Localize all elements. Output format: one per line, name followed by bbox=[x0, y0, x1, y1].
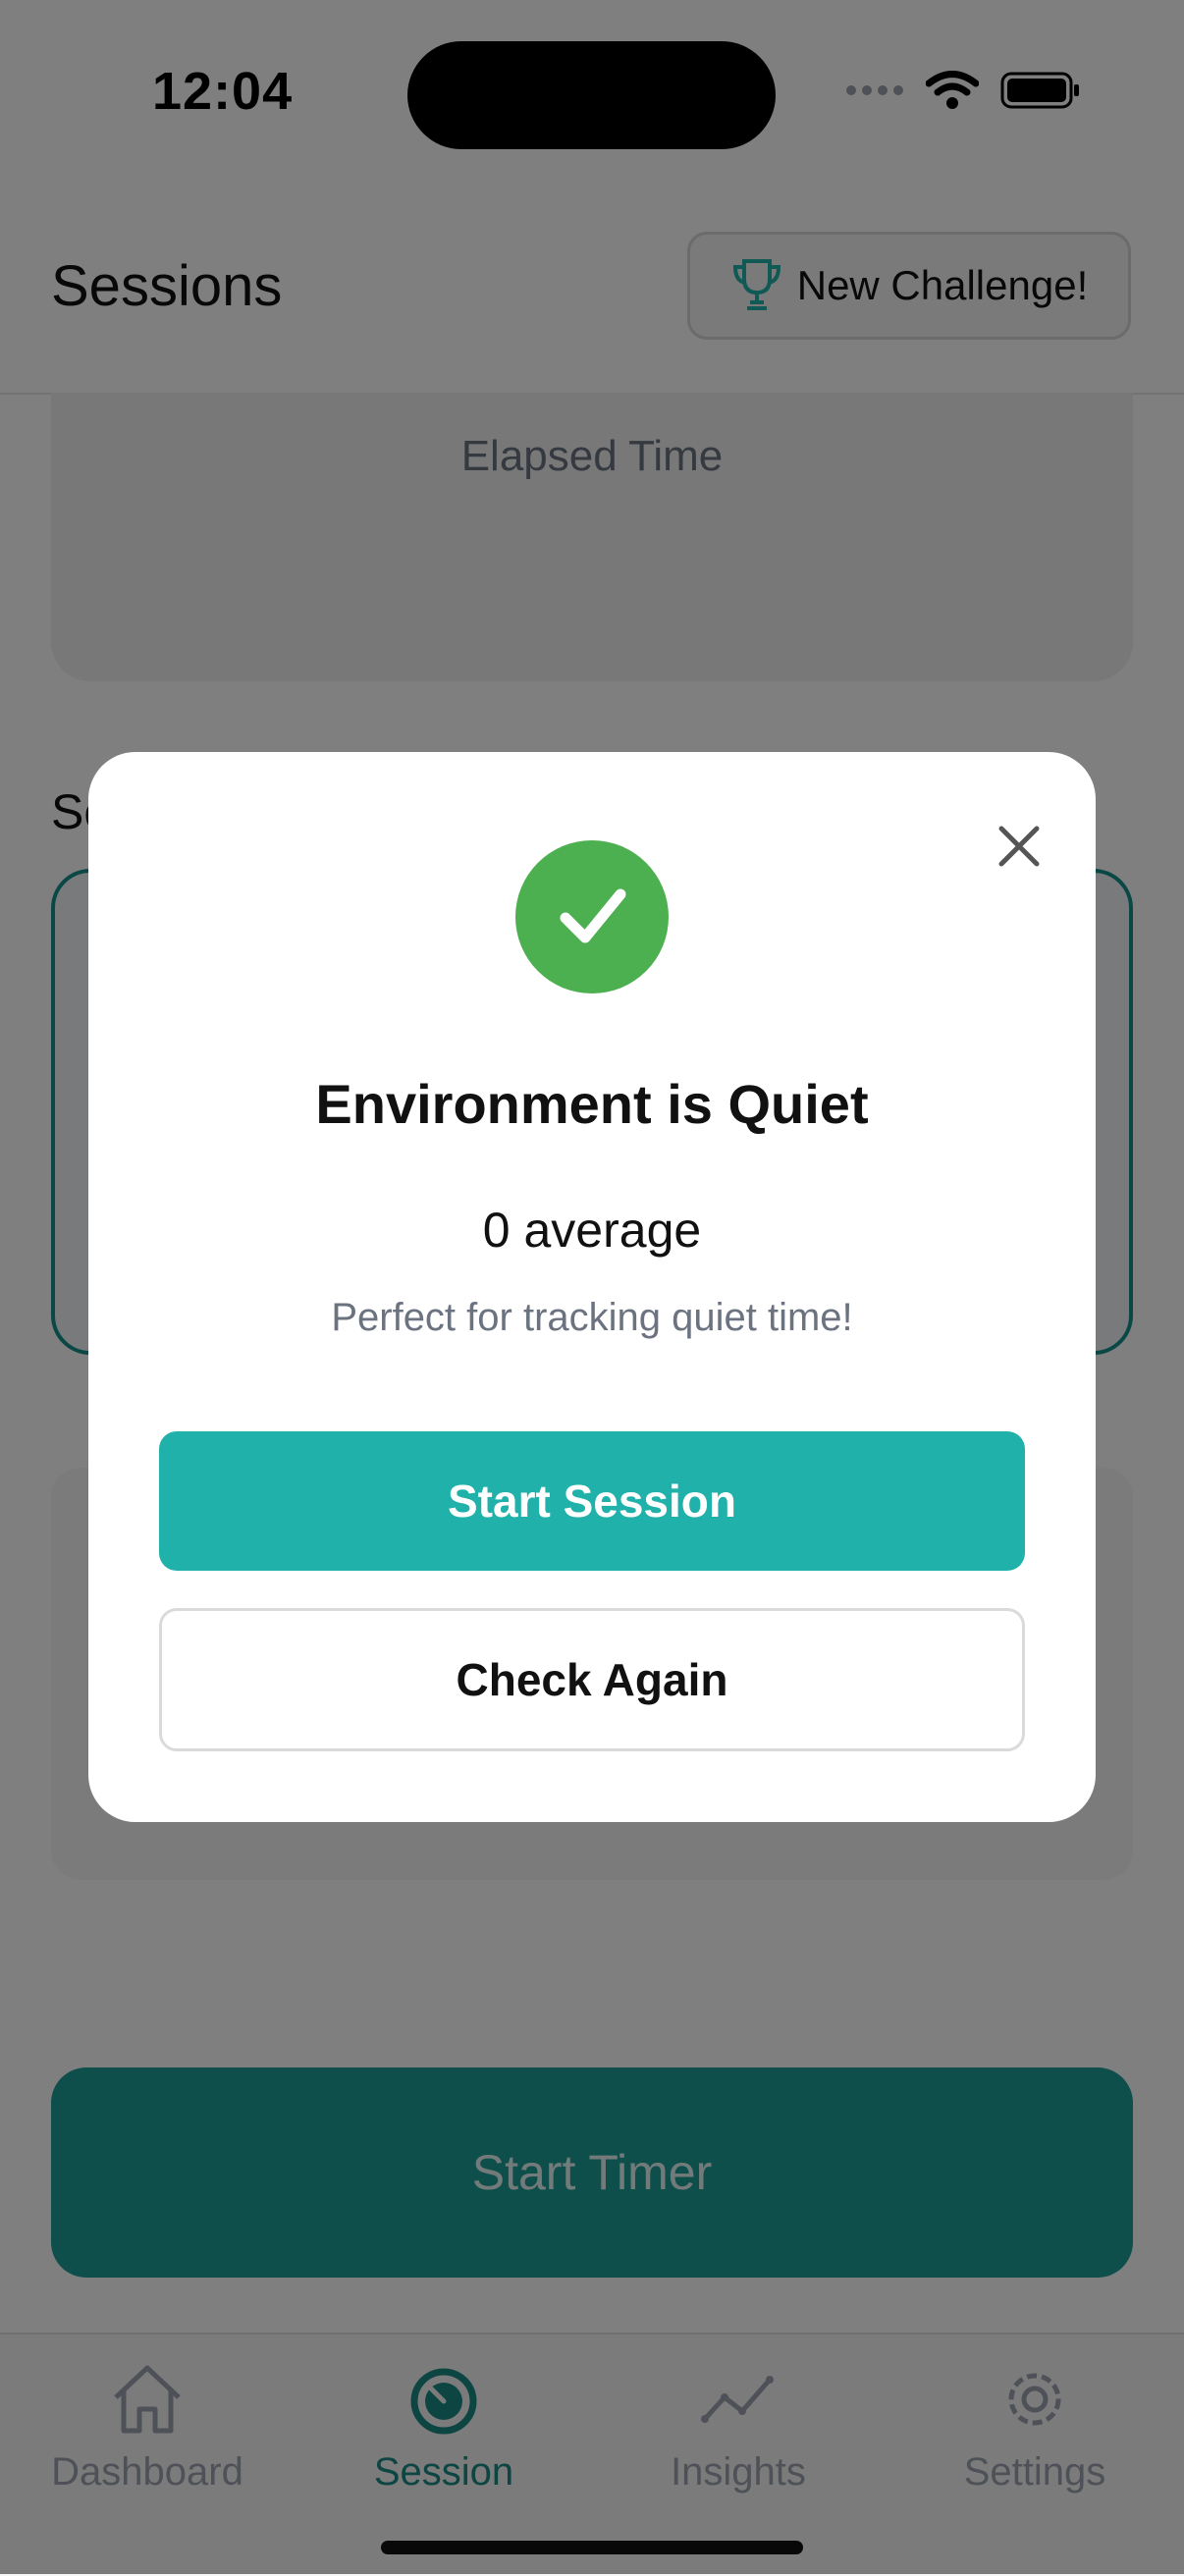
close-icon bbox=[998, 826, 1040, 867]
modal-title: Environment is Quiet bbox=[315, 1073, 869, 1135]
check-circle-icon bbox=[515, 840, 669, 993]
start-session-button[interactable]: Start Session bbox=[159, 1431, 1025, 1571]
modal-subtitle: Perfect for tracking quiet time! bbox=[331, 1296, 853, 1339]
environment-check-modal: Environment is Quiet 0 average Perfect f… bbox=[88, 752, 1096, 1822]
close-button[interactable] bbox=[980, 807, 1058, 886]
check-again-button[interactable]: Check Again bbox=[159, 1608, 1025, 1751]
noise-average-value: 0 average bbox=[482, 1203, 702, 1258]
